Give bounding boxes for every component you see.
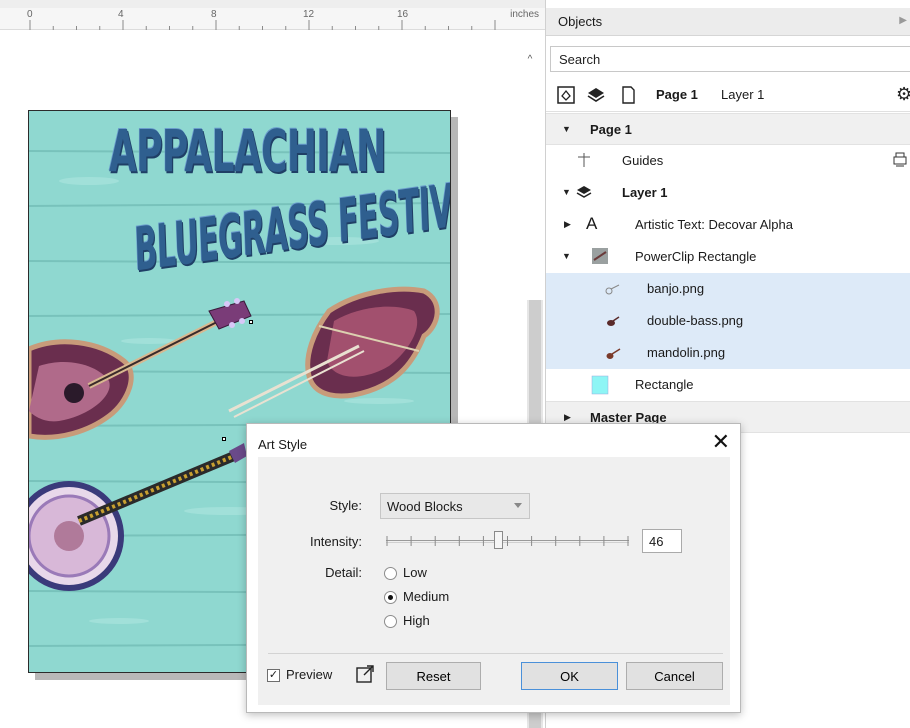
tree-item-label: double-bass.png [647, 313, 744, 328]
close-icon[interactable]: ✕ [712, 428, 730, 456]
banjo-thumbnail-icon [605, 284, 620, 295]
mandolin-illustration [29, 298, 252, 440]
view-properties-icon[interactable] [556, 85, 576, 105]
double-bass-illustration [228, 286, 440, 418]
preview-label[interactable]: Preview [286, 667, 332, 682]
mandolin-thumbnail-icon [606, 348, 621, 359]
dialog-body: Style: Wood Blocks Intensity: 46 Detail:… [258, 457, 730, 705]
layers-icon [576, 186, 592, 198]
detail-radio-high-label[interactable]: High [403, 613, 430, 628]
collapse-triangle-icon[interactable]: ▼ [562, 251, 571, 261]
printer-icon[interactable] [892, 151, 908, 169]
scroll-up-icon[interactable]: ^ [523, 52, 537, 68]
dialog-title: Art Style [258, 437, 308, 452]
ruler-label-16: 16 [397, 9, 409, 20]
style-dropdown[interactable]: Wood Blocks [380, 493, 530, 519]
tree-item-label: Rectangle [635, 377, 694, 392]
tree-item-powerclip[interactable]: ▼ PowerClip Rectangle [546, 241, 910, 273]
ruler-label-12: 12 [303, 9, 315, 20]
tree-item-page1[interactable]: ▼ Page 1 [546, 113, 910, 145]
tree-item-layer1[interactable]: ▼ Layer 1 [546, 177, 910, 209]
detail-radio-medium[interactable] [384, 591, 397, 604]
banjo-illustration [29, 443, 247, 591]
gear-icon[interactable]: ⚙ [896, 84, 910, 105]
detail-radio-medium-label[interactable]: Medium [403, 589, 449, 604]
tree-item-banjo[interactable]: banjo.png [546, 273, 910, 305]
style-dropdown-value: Wood Blocks [387, 499, 463, 514]
tree-item-double-bass[interactable]: double-bass.png [546, 305, 910, 337]
tree-item-rectangle[interactable]: Rectangle [546, 369, 910, 401]
tree-item-label: Layer 1 [622, 185, 668, 200]
detail-radio-low-label[interactable]: Low [403, 565, 427, 580]
expand-triangle-icon[interactable]: ▶ [564, 412, 571, 423]
tree-item-label: Artistic Text: Decovar Alpha [635, 217, 793, 232]
ruler-label-8: 8 [211, 9, 217, 20]
expand-triangle-icon[interactable]: ▶ [564, 219, 571, 230]
cancel-button[interactable]: Cancel [626, 662, 723, 690]
selection-handle[interactable] [222, 437, 226, 441]
double-bass-thumbnail-icon [607, 316, 620, 326]
objects-toolbar: Page 1 Layer 1 ⚙ [546, 78, 910, 112]
tree-item-label: banjo.png [647, 281, 705, 296]
ruler-label-4: 4 [118, 9, 124, 20]
powerclip-thumbnail-icon [592, 248, 608, 264]
selection-handle[interactable] [249, 320, 253, 324]
horizontal-ruler[interactable]: 0 4 8 12 16 inches [0, 8, 545, 30]
text-object-icon: A [586, 214, 598, 233]
detail-radio-high[interactable] [384, 615, 397, 628]
tree-item-label: mandolin.png [647, 345, 726, 360]
ruler-unit: inches [510, 9, 539, 20]
objects-search-box[interactable] [550, 46, 910, 72]
preview-checkbox[interactable]: ✓ [267, 669, 280, 682]
art-style-dialog: Art Style ✕ Style: Wood Blocks Intensity… [246, 423, 741, 713]
docker-expand-icon[interactable]: ▶ [899, 15, 907, 26]
guides-icon [578, 153, 590, 167]
reset-button[interactable]: Reset [386, 662, 481, 690]
layers-icon[interactable] [586, 85, 606, 105]
toolbar-strip [0, 0, 545, 8]
ruler-label-0: 0 [27, 9, 33, 20]
intensity-slider-thumb[interactable] [493, 531, 503, 549]
ruler-ticks [29, 20, 496, 30]
style-label: Style: [329, 498, 362, 513]
objects-docker-title: Objects [558, 14, 603, 29]
collapse-triangle-icon[interactable]: ▼ [562, 187, 571, 197]
current-layer-label[interactable]: Layer 1 [721, 87, 764, 102]
page-icon[interactable] [618, 85, 638, 105]
chevron-down-icon [514, 503, 522, 508]
current-page-label[interactable]: Page 1 [656, 87, 698, 102]
tree-item-label: PowerClip Rectangle [635, 249, 757, 264]
tree-item-artistic-text[interactable]: ▶ A Artistic Text: Decovar Alpha [546, 209, 910, 241]
detail-label: Detail: [325, 565, 362, 580]
tree-item-guides[interactable]: Guides [546, 145, 910, 177]
detail-radio-low[interactable] [384, 567, 397, 580]
tree-item-label: Guides [622, 153, 664, 168]
tree-item-mandolin[interactable]: mandolin.png [546, 337, 910, 369]
tree-item-label: Page 1 [590, 122, 632, 137]
rectangle-swatch-icon [591, 375, 609, 395]
objects-search-input[interactable] [551, 47, 910, 71]
intensity-label: Intensity: [309, 534, 362, 549]
collapse-triangle-icon[interactable]: ▼ [562, 124, 571, 134]
popout-icon[interactable] [355, 664, 375, 684]
intensity-input[interactable]: 46 [642, 529, 682, 553]
intensity-slider-ticks [386, 536, 629, 546]
objects-docker-header: Objects ▶ [546, 8, 910, 36]
ok-button[interactable]: OK [521, 662, 618, 690]
dialog-divider [268, 653, 723, 654]
